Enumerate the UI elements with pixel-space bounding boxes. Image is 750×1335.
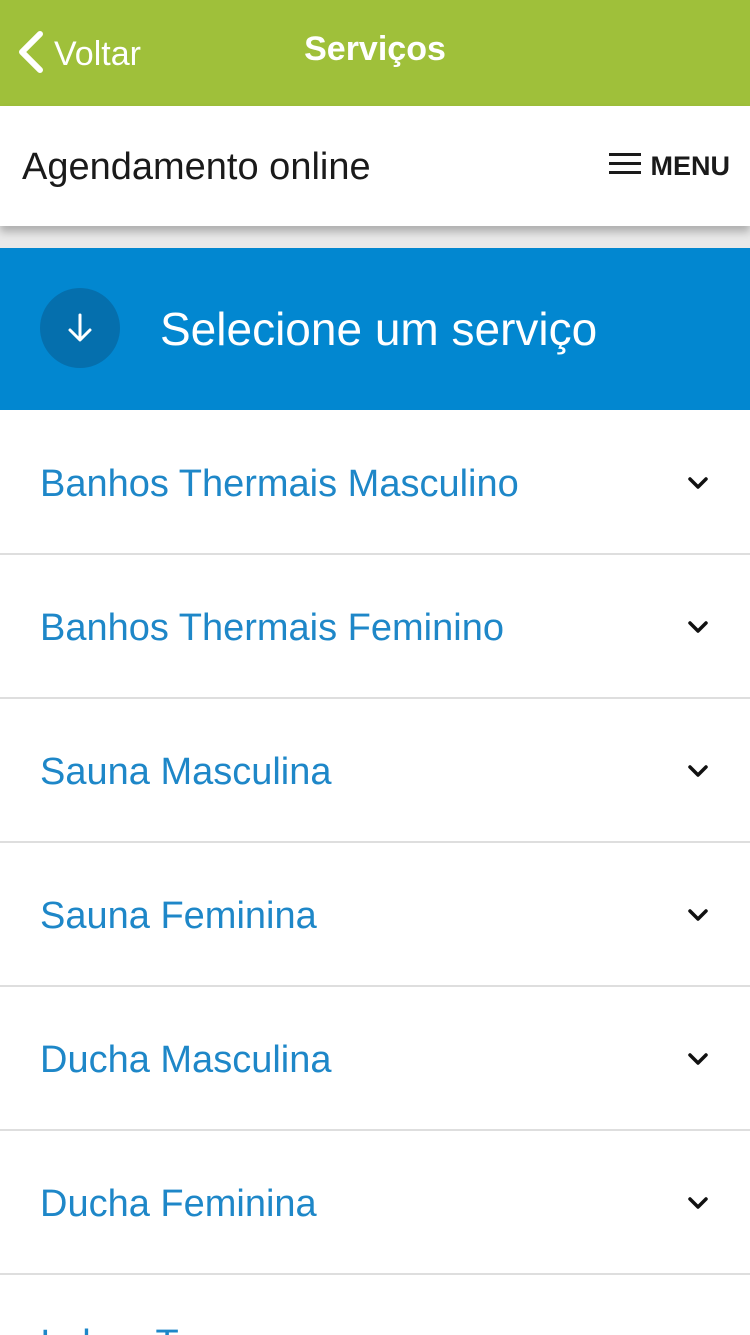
chevron-down-icon <box>688 477 708 489</box>
list-item[interactable]: Banhos Thermais Feminino <box>0 555 750 699</box>
service-label: Banhos Thermais Masculino <box>40 463 519 505</box>
service-label: Sauna Feminina <box>40 895 317 937</box>
list-item[interactable]: Sauna Masculina <box>0 699 750 843</box>
menu-label: MENU <box>650 150 731 181</box>
services-list: Banhos Thermais Masculino Banhos Thermai… <box>0 411 750 1335</box>
app-title: Agendamento online <box>22 146 371 188</box>
service-label: Banhos Thermais Feminino <box>40 607 504 649</box>
back-label: Voltar <box>54 34 141 73</box>
top-nav-bar: Voltar Serviços <box>0 0 750 106</box>
app-header: Agendamento online MENU <box>0 106 750 226</box>
arrow-down-icon <box>40 288 120 368</box>
service-label: Ducha Feminina <box>40 1183 317 1225</box>
chevron-left-icon <box>16 30 46 79</box>
list-item[interactable]: Ducha Masculina <box>0 987 750 1131</box>
separator <box>0 226 750 248</box>
list-item[interactable]: Ducha Feminina <box>0 1131 750 1275</box>
chevron-down-icon <box>688 909 708 921</box>
banner-text: Selecione um serviço <box>160 303 598 355</box>
menu-button[interactable]: MENU <box>608 148 731 184</box>
back-button[interactable]: Voltar <box>16 28 141 80</box>
chevron-down-icon <box>688 621 708 633</box>
service-label: Sauna Masculina <box>40 751 332 793</box>
service-label: Imbeo Tera <box>40 1323 229 1335</box>
select-service-banner: Selecione um serviço <box>0 248 750 410</box>
hamburger-icon <box>608 151 651 182</box>
list-item[interactable]: Imbeo Tera <box>0 1275 750 1335</box>
service-label: Ducha Masculina <box>40 1039 332 1081</box>
chevron-down-icon <box>688 1197 708 1209</box>
chevron-down-icon <box>688 765 708 777</box>
list-item[interactable]: Banhos Thermais Masculino <box>0 411 750 555</box>
list-item[interactable]: Sauna Feminina <box>0 843 750 987</box>
chevron-down-icon <box>688 1053 708 1065</box>
